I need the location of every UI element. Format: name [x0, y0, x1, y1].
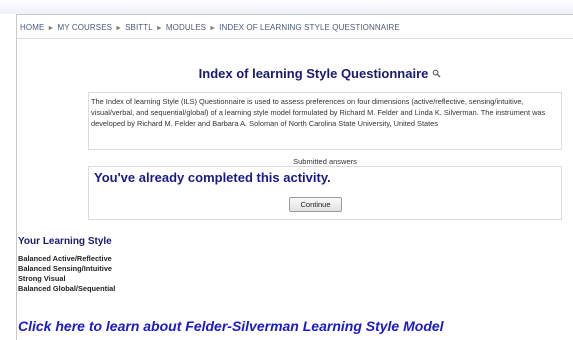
breadcrumb-modules[interactable]: MODULES [166, 23, 206, 32]
breadcrumb-separator: ► [209, 25, 217, 32]
top-band [0, 0, 573, 14]
title-row: Index of learning Style Questionnaire [160, 65, 480, 83]
breadcrumb-current[interactable]: INDEX OF LEARNING STYLE QUESTIONNAIRE [219, 23, 400, 32]
learning-style-results: Balanced Active/Reflective Balanced Sens… [18, 254, 115, 294]
breadcrumb: HOME ► MY COURSES ► SBITTL ► MODULES ► INDEX OF … [20, 23, 400, 32]
intro-text: The Index of learning Style (ILS) Questi… [91, 97, 546, 128]
completed-message: You've already completed this activity. [94, 170, 331, 185]
breadcrumb-my-courses[interactable]: MY COURSES [57, 23, 112, 32]
magnifier-icon[interactable] [432, 65, 441, 83]
breadcrumb-separator: ► [115, 25, 123, 32]
learning-style-result: Balanced Global/Sequential [18, 284, 116, 293]
continue-button[interactable]: Continue [289, 197, 342, 212]
learning-style-result: Balanced Active/Reflective [18, 254, 112, 263]
learning-style-result: Strong Visual [18, 274, 66, 283]
breadcrumb-divider [17, 38, 573, 39]
breadcrumb-separator: ► [155, 25, 163, 32]
page: HOME ► MY COURSES ► SBITTL ► MODULES ► INDEX OF … [0, 0, 573, 340]
breadcrumb-home[interactable]: HOME [20, 23, 44, 32]
breadcrumb-separator: ► [47, 25, 55, 32]
learning-style-result: Balanced Sensing/Intuitive [18, 264, 113, 273]
submitted-answers-label: Submitted answers [293, 157, 357, 166]
learning-style-heading: Your Learning Style [18, 236, 112, 247]
page-title: Index of learning Style Questionnaire [198, 66, 429, 82]
breadcrumb-sbittl[interactable]: SBITTL [125, 23, 153, 32]
felder-silverman-model-link[interactable]: Click here to learn about Felder-Silverm… [18, 318, 444, 334]
intro-box: The Index of learning Style (ILS) Questi… [88, 92, 562, 150]
result-box: You've already completed this activity. … [88, 166, 562, 220]
